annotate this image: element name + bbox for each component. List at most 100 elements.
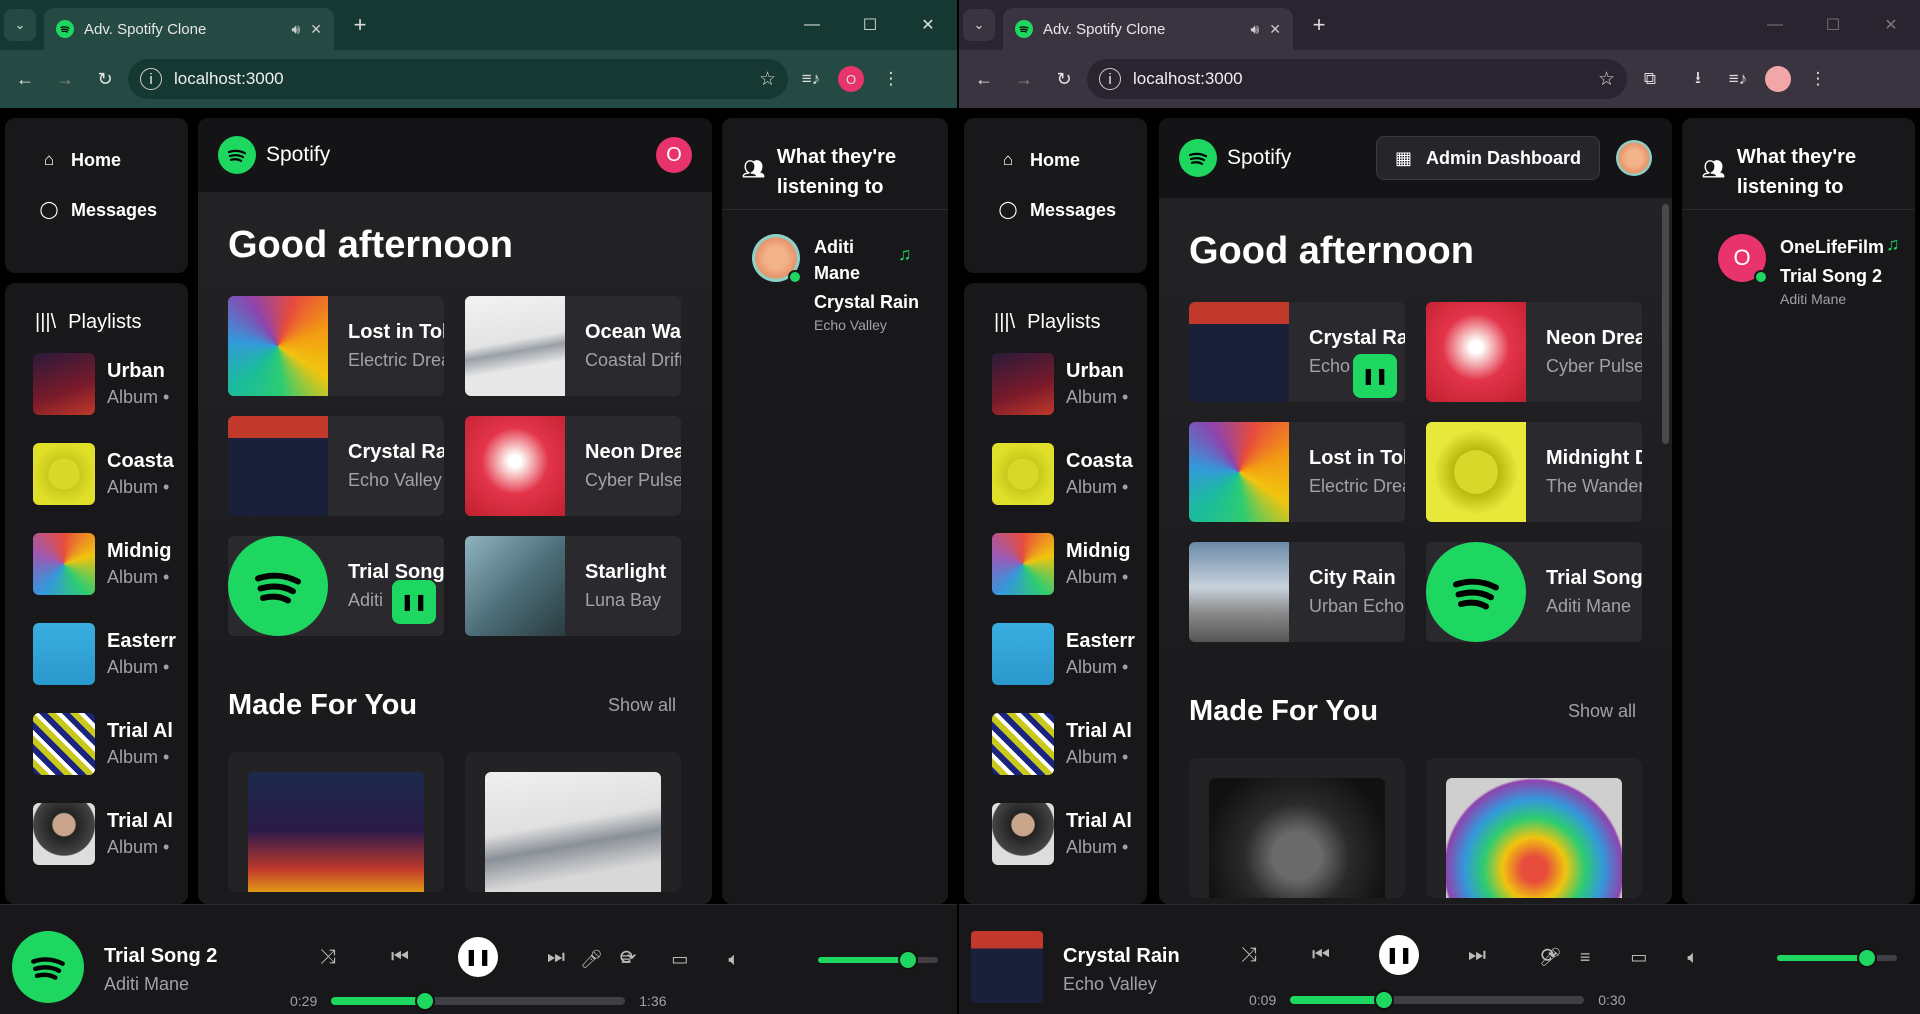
featured-card[interactable]: Crystal Rai Echo ❚❚ <box>1189 302 1405 402</box>
playlist-item[interactable]: Trial Al Album • <box>964 699 1147 789</box>
mic-icon[interactable]: 🎤︎ <box>580 949 603 970</box>
tab-search-button[interactable]: ⌄ <box>4 9 36 41</box>
scrollbar[interactable] <box>1662 204 1669 444</box>
mic-icon[interactable]: 🎤︎ <box>1539 947 1562 968</box>
minimize-button[interactable]: — <box>783 0 841 50</box>
friend-activity[interactable]: O OneLifeFilm Trial Song 2 Aditi Mane ♫ <box>1682 210 1915 307</box>
forward-button[interactable]: → <box>48 62 82 96</box>
download-icon[interactable]: ⭳ <box>1681 62 1715 96</box>
volume-icon[interactable]: 🔈︎ <box>1687 947 1698 968</box>
previous-icon[interactable]: ⏮︎ <box>386 946 414 969</box>
close-window-button[interactable]: ✕ <box>1862 0 1920 50</box>
profile-button[interactable]: O <box>834 62 868 96</box>
show-all-link[interactable]: Show all <box>608 695 676 716</box>
spotify-logo[interactable]: Spotify <box>1179 139 1291 177</box>
shuffle-icon[interactable]: ⤨ <box>1235 944 1263 967</box>
featured-card[interactable]: Neon Drea Cyber Pulse <box>465 416 681 516</box>
maximize-button[interactable]: ☐ <box>1804 0 1862 50</box>
featured-card[interactable]: Lost in Tok Electric Drea <box>228 296 444 396</box>
omnibox[interactable]: i localhost:3000 ☆ <box>1087 59 1627 99</box>
playlist-item[interactable]: Trial Al Album • <box>5 789 188 879</box>
minimize-button[interactable]: — <box>1746 0 1804 50</box>
playlist-item[interactable]: Coasta Album • <box>964 429 1147 519</box>
featured-card[interactable]: Starlight Luna Bay <box>465 536 681 636</box>
url-text[interactable]: localhost:3000 <box>1133 69 1586 89</box>
friend-activity[interactable]: Aditi Mane Crystal Rain Echo Valley ♫ <box>722 210 948 333</box>
shuffle-icon[interactable]: ⤨ <box>314 946 342 969</box>
spotify-logo[interactable]: Spotify <box>218 136 330 174</box>
made-for-you-card[interactable] <box>465 752 681 892</box>
featured-card[interactable]: Trial Song : Aditi Mane <box>1426 542 1642 642</box>
made-for-you-card[interactable] <box>1189 758 1405 898</box>
playlist-item[interactable]: Urban Album • <box>964 339 1147 429</box>
playlist-item[interactable]: Easterr Album • <box>5 609 188 699</box>
playlist-item[interactable]: Easterr Album • <box>964 609 1147 699</box>
browser-menu-icon[interactable]: ⋮ <box>874 62 908 96</box>
volume-knob[interactable] <box>898 950 918 970</box>
back-button[interactable]: ← <box>967 62 1001 96</box>
tab-search-button[interactable]: ⌄ <box>963 9 995 41</box>
user-avatar[interactable] <box>1616 140 1652 176</box>
reload-button[interactable]: ↻ <box>1047 62 1081 96</box>
progress-slider[interactable] <box>1290 990 1585 1010</box>
forward-button[interactable]: → <box>1007 62 1041 96</box>
media-control-icon[interactable]: ≡♪ <box>1721 62 1755 96</box>
extensions-icon[interactable]: ⧉ <box>1633 62 1667 96</box>
new-tab-button[interactable]: + <box>346 12 374 38</box>
progress-knob[interactable] <box>1374 990 1395 1010</box>
progress-slider[interactable] <box>331 991 626 1011</box>
featured-card[interactable]: Midnight D The Wandere <box>1426 422 1642 522</box>
featured-card[interactable]: City Rain Urban Echo <box>1189 542 1405 642</box>
browser-tab[interactable]: Adv. Spotify Clone 🔊︎ ✕ <box>1003 8 1293 50</box>
featured-card[interactable]: Neon Drea Cyber Pulse <box>1426 302 1642 402</box>
site-info-icon[interactable]: i <box>1099 68 1121 90</box>
made-for-you-card[interactable] <box>228 752 444 892</box>
profile-button[interactable] <box>1761 62 1795 96</box>
queue-icon[interactable]: ≡ <box>1580 947 1591 968</box>
featured-card[interactable]: Ocean Wav Coastal Drift <box>465 296 681 396</box>
new-tab-button[interactable]: + <box>1305 12 1333 38</box>
browser-tab[interactable]: Adv. Spotify Clone 🔊︎ ✕ <box>44 8 334 50</box>
speaker-icon[interactable]: 🔊︎ <box>291 21 300 38</box>
bookmark-star-icon[interactable]: ☆ <box>759 68 776 91</box>
playlist-item[interactable]: Midnig Album • <box>964 519 1147 609</box>
url-text[interactable]: localhost:3000 <box>174 69 747 89</box>
volume-slider[interactable] <box>818 950 938 970</box>
playlist-item[interactable]: Urban Album • <box>5 339 188 429</box>
user-avatar[interactable]: O <box>656 137 692 173</box>
queue-icon[interactable]: ≡ <box>621 949 632 970</box>
featured-card[interactable]: Trial Song :Aditi❚❚ <box>228 536 444 636</box>
close-window-button[interactable]: ✕ <box>899 0 957 50</box>
nav-home[interactable]: ⌂ Home <box>964 135 1147 185</box>
reload-button[interactable]: ↻ <box>88 62 122 96</box>
playlist-item[interactable]: Trial Al Album • <box>964 789 1147 879</box>
close-tab-icon[interactable]: ✕ <box>310 21 322 38</box>
nav-messages[interactable]: ◯ Messages <box>5 185 188 235</box>
playlist-item[interactable]: Coasta Album • <box>5 429 188 519</box>
admin-dashboard-button[interactable]: ▦ Admin Dashboard <box>1375 136 1600 180</box>
media-control-icon[interactable]: ≡♪ <box>794 62 828 96</box>
device-icon[interactable]: ▭ <box>671 949 688 970</box>
nav-messages[interactable]: ◯ Messages <box>964 185 1147 235</box>
bookmark-star-icon[interactable]: ☆ <box>1598 68 1615 91</box>
featured-card[interactable]: Lost in Tok Electric Drea <box>1189 422 1405 522</box>
maximize-button[interactable]: ☐ <box>841 0 899 50</box>
show-all-link[interactable]: Show all <box>1568 701 1636 722</box>
site-info-icon[interactable]: i <box>140 68 162 90</box>
playlist-item[interactable]: Midnig Album • <box>5 519 188 609</box>
volume-slider[interactable] <box>1777 948 1897 968</box>
playlist-item[interactable]: Trial Al Album • <box>5 699 188 789</box>
featured-card[interactable]: Crystal Rai Echo Valley <box>228 416 444 516</box>
progress-knob[interactable] <box>415 991 436 1011</box>
pause-button[interactable]: ❚❚ <box>392 580 436 624</box>
next-icon[interactable]: ⏭︎ <box>542 946 570 969</box>
play-pause-button[interactable]: ❚❚ <box>458 937 498 977</box>
made-for-you-card[interactable] <box>1426 758 1642 898</box>
pause-button[interactable]: ❚❚ <box>1353 354 1397 398</box>
back-button[interactable]: ← <box>8 62 42 96</box>
close-tab-icon[interactable]: ✕ <box>1269 21 1281 38</box>
nav-home[interactable]: ⌂ Home <box>5 135 188 185</box>
speaker-icon[interactable]: 🔊︎ <box>1250 21 1259 38</box>
next-icon[interactable]: ⏭︎ <box>1463 944 1491 967</box>
omnibox[interactable]: i localhost:3000 ☆ <box>128 59 788 99</box>
